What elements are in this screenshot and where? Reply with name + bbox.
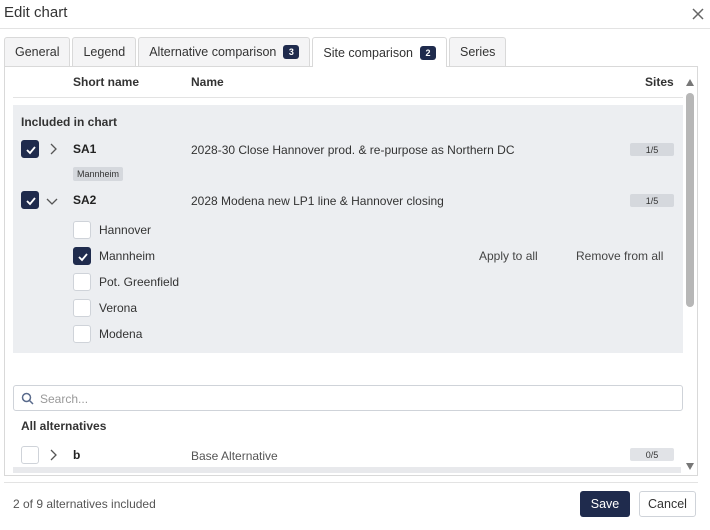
search-field[interactable]	[13, 385, 683, 411]
tab-general[interactable]: General	[4, 37, 71, 66]
scrollbar-thumb[interactable]	[686, 93, 694, 307]
save-button[interactable]: Save	[580, 491, 630, 517]
tab-series[interactable]: Series	[448, 37, 507, 66]
site-checkbox-mannheim[interactable]	[73, 247, 91, 265]
scroll-down-arrow[interactable]	[686, 463, 694, 470]
site-checkbox-modena[interactable]	[73, 325, 91, 343]
site-checkbox-verona[interactable]	[73, 299, 91, 317]
alternative-checkbox-b[interactable]	[21, 446, 39, 464]
tab-label: Alternative comparison	[149, 45, 277, 59]
sites-count-badge: 0/5	[630, 448, 674, 461]
sites-count-badge: 1/5	[630, 194, 674, 207]
tab-legend[interactable]: Legend	[72, 37, 137, 66]
site-label: Modena	[99, 327, 143, 341]
column-header-sites: Sites	[645, 75, 674, 89]
alternative-short-name: b	[73, 448, 81, 462]
tab-alternative-comparison[interactable]: Alternative comparison 3	[138, 37, 311, 66]
count-badge: 2	[419, 45, 436, 60]
count-badge: 3	[283, 45, 300, 59]
included-section-title: Included in chart	[21, 115, 118, 129]
chevron-right-icon[interactable]	[46, 448, 60, 462]
list-bottom-edge	[13, 467, 681, 473]
column-header-divider	[13, 97, 683, 98]
tab-label: Series	[459, 45, 496, 59]
check-icon	[26, 197, 36, 206]
site-label: Pot. Greenfield	[99, 275, 180, 289]
search-icon	[21, 392, 34, 405]
chevron-down-icon[interactable]	[45, 194, 59, 208]
dialog-title: Edit chart	[4, 4, 68, 21]
alternative-short-name: SA2	[73, 193, 97, 207]
alternative-name: 2028 Modena new LP1 line & Hannover clos…	[191, 194, 444, 208]
column-header-short-name: Short name	[73, 75, 140, 89]
check-icon	[26, 146, 36, 155]
alternative-name: Base Alternative	[191, 449, 278, 463]
column-header-name: Name	[191, 75, 224, 89]
remove-from-all-link[interactable]: Remove from all	[576, 249, 663, 263]
scroll-up-arrow[interactable]	[686, 79, 694, 86]
tab-panel: Short name Name Sites Included in chart …	[4, 66, 698, 476]
alternative-short-name: SA1	[73, 142, 97, 156]
alternative-checkbox-sa2[interactable]	[21, 191, 39, 209]
site-checkbox-hannover[interactable]	[73, 221, 91, 239]
sites-count-badge: 1/5	[630, 143, 674, 156]
included-section: Included in chart SA1 2028-30 Close Hann…	[13, 105, 683, 353]
tab-bar: General Legend Alternative comparison 3 S…	[4, 37, 508, 67]
tab-label: Site comparison	[323, 45, 413, 60]
header-divider	[0, 28, 710, 29]
tab-label: General	[15, 45, 60, 59]
site-label: Verona	[99, 301, 138, 315]
alternative-checkbox-sa1[interactable]	[21, 140, 39, 158]
chevron-right-icon[interactable]	[46, 142, 60, 156]
close-icon[interactable]	[690, 6, 706, 22]
check-icon	[78, 253, 88, 262]
site-checkbox-pot-greenfield[interactable]	[73, 273, 91, 291]
apply-to-all-link[interactable]: Apply to all	[479, 249, 538, 263]
tab-site-comparison[interactable]: Site comparison 2	[312, 37, 447, 67]
site-label: Hannover	[99, 223, 152, 237]
footer-divider	[4, 482, 698, 483]
inclusion-status: 2 of 9 alternatives included	[13, 497, 156, 511]
alternative-name: 2028-30 Close Hannover prod. & re-purpos…	[191, 143, 515, 157]
all-alternatives-title: All alternatives	[21, 419, 107, 433]
cancel-button[interactable]: Cancel	[639, 491, 696, 517]
site-label: Mannheim	[99, 249, 156, 263]
tab-label: Legend	[83, 45, 126, 59]
search-input[interactable]	[40, 390, 660, 407]
site-tag: Mannheim	[73, 167, 124, 181]
